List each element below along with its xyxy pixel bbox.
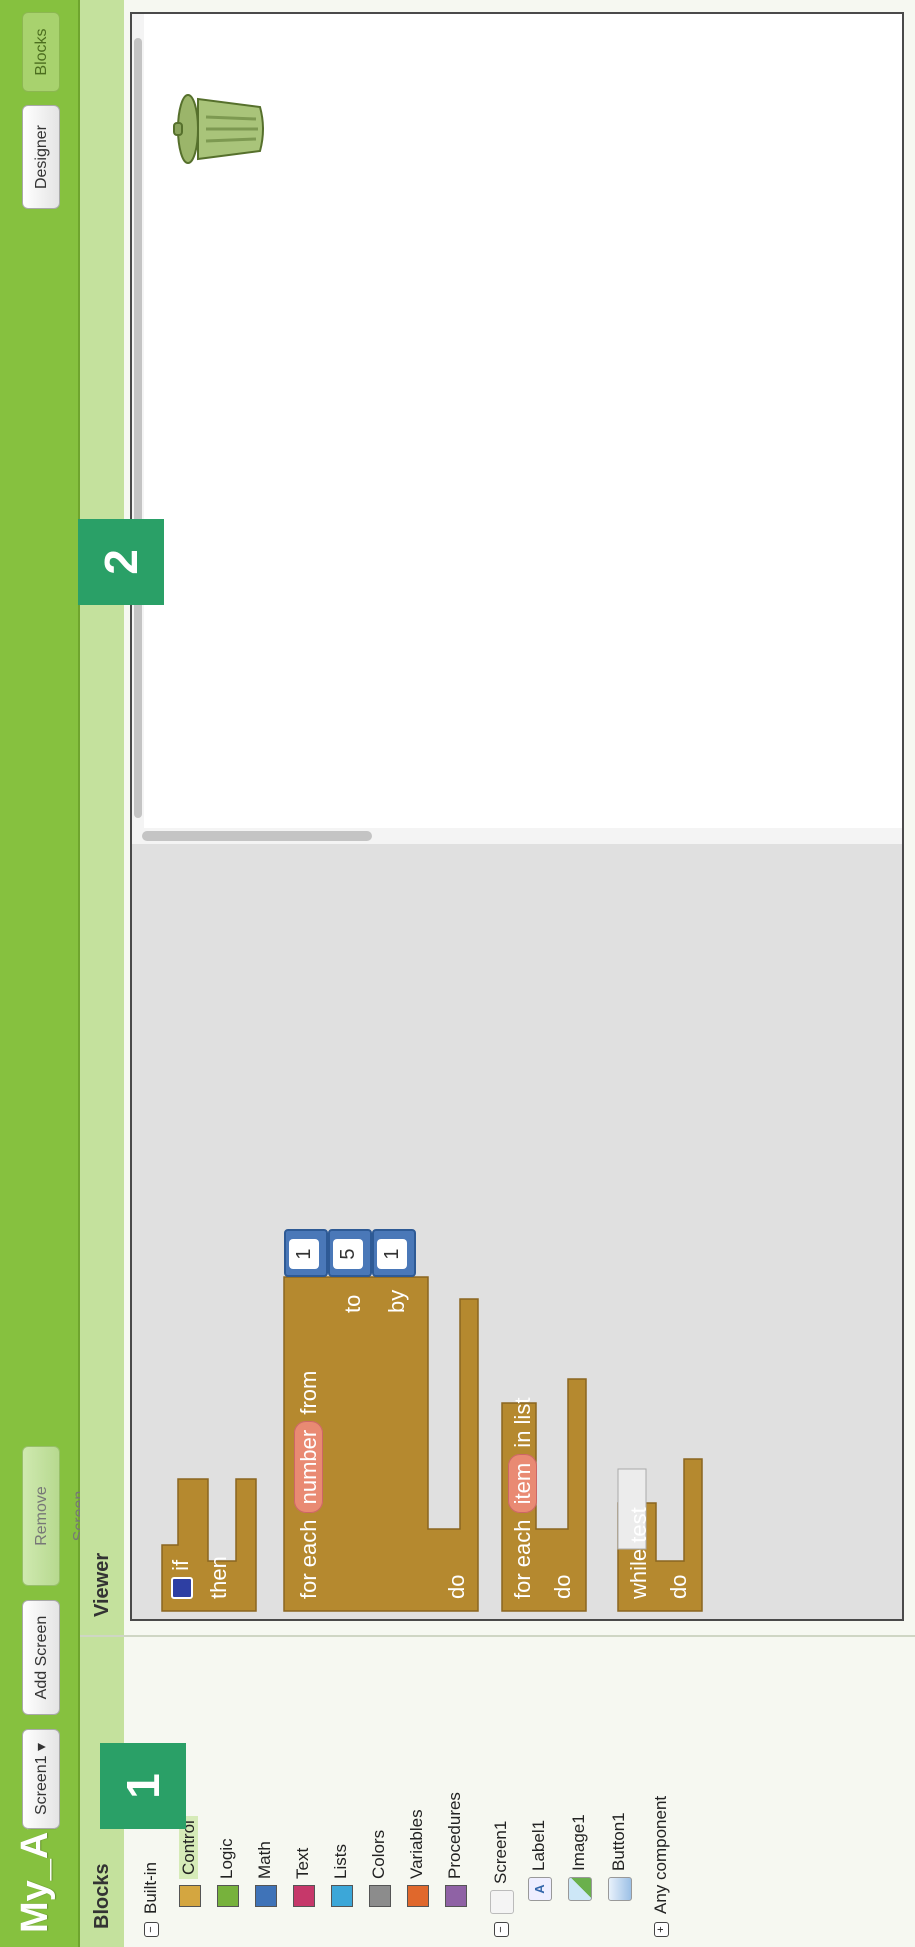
math-number-block[interactable]: 5 bbox=[328, 1229, 372, 1277]
expand-toggle-icon[interactable]: + bbox=[654, 1922, 670, 1937]
tree-item-image1[interactable]: Image1 bbox=[564, 1814, 594, 1901]
callout-1: 1 bbox=[100, 1743, 186, 1829]
in-list-label: in list bbox=[510, 1397, 535, 1448]
while-block[interactable]: while test bbox=[626, 1507, 652, 1599]
tree-item-label: Label1 bbox=[529, 1819, 548, 1871]
color-swatch-icon bbox=[178, 1885, 201, 1907]
blocks-tree: − Built-in Control Logic Math Text Lists Color… bbox=[130, 1637, 915, 1947]
tree-item-label: Image1 bbox=[569, 1814, 588, 1871]
for-range-block[interactable]: for each number from bbox=[294, 1370, 323, 1600]
screen1-node[interactable]: − Screen1 bbox=[486, 1821, 516, 1937]
category-label: Logic bbox=[217, 1838, 236, 1879]
then-label: then bbox=[206, 1556, 231, 1599]
flyout-scrollbar[interactable] bbox=[132, 828, 902, 844]
image-icon bbox=[567, 1877, 592, 1901]
designer-button[interactable]: Designer bbox=[22, 105, 60, 209]
app-window: My_App Screen1 ▾ Add Screen ... Remove S… bbox=[0, 0, 915, 1947]
from-label: from bbox=[296, 1370, 321, 1415]
category-lists[interactable]: Lists bbox=[326, 1844, 356, 1907]
blocks-button[interactable]: Blocks bbox=[22, 12, 60, 92]
do-label: do bbox=[444, 1574, 469, 1599]
while-label: while bbox=[626, 1548, 651, 1599]
number-value[interactable]: 1 bbox=[289, 1239, 319, 1269]
any-component-node[interactable]: + Any component bbox=[646, 1796, 676, 1937]
category-label: Colors bbox=[369, 1829, 388, 1879]
gear-icon[interactable] bbox=[171, 1577, 194, 1599]
color-swatch-icon bbox=[216, 1885, 239, 1907]
any-component-label: Any component bbox=[651, 1795, 670, 1914]
to-label: to bbox=[340, 1294, 365, 1313]
number-value[interactable]: 5 bbox=[333, 1239, 363, 1269]
scrollbar-thumb[interactable] bbox=[134, 38, 142, 818]
remove-screen-button[interactable]: Remove Screen bbox=[22, 1446, 88, 1586]
variable-pill[interactable]: item bbox=[508, 1453, 537, 1514]
tree-item-button1[interactable]: Button1 bbox=[604, 1812, 634, 1901]
workspace-scrollbar-top[interactable] bbox=[132, 14, 144, 828]
category-variables[interactable]: Variables bbox=[402, 1809, 432, 1907]
math-number-block[interactable]: 1 bbox=[284, 1229, 328, 1277]
callout-2: 2 bbox=[78, 519, 164, 605]
color-swatch-icon bbox=[444, 1885, 467, 1907]
screen1-label: Screen1 bbox=[491, 1820, 510, 1884]
category-procedures[interactable]: Procedures bbox=[440, 1792, 470, 1907]
category-control[interactable]: Control bbox=[174, 1816, 204, 1907]
color-swatch-icon bbox=[292, 1885, 315, 1907]
screen-select-dropdown[interactable]: Screen1 ▾ bbox=[22, 1729, 60, 1829]
category-logic[interactable]: Logic bbox=[212, 1838, 242, 1907]
color-swatch-icon bbox=[406, 1885, 429, 1907]
number-value[interactable]: 1 bbox=[377, 1239, 407, 1269]
scrollbar-thumb[interactable] bbox=[142, 831, 372, 841]
for-each-label: for each bbox=[296, 1519, 321, 1600]
add-screen-button[interactable]: Add Screen ... bbox=[22, 1600, 88, 1715]
category-label: Lists bbox=[331, 1844, 350, 1879]
by-label: by bbox=[384, 1289, 409, 1313]
for-list-block[interactable]: for each item in list bbox=[508, 1397, 537, 1600]
if-block[interactable]: if bbox=[168, 1560, 194, 1599]
do-label: do bbox=[666, 1574, 691, 1599]
category-label: Variables bbox=[407, 1809, 426, 1879]
label-icon: A bbox=[527, 1877, 552, 1901]
color-swatch-icon bbox=[254, 1885, 277, 1907]
top-toolbar: My_App Screen1 ▾ Add Screen ... Remove S… bbox=[0, 0, 88, 1947]
color-swatch-icon bbox=[368, 1885, 391, 1907]
do-label: do bbox=[550, 1574, 575, 1599]
for-each-label: for each bbox=[510, 1519, 535, 1600]
screen-icon bbox=[489, 1890, 514, 1914]
color-swatch-icon bbox=[330, 1885, 353, 1907]
button-icon bbox=[607, 1877, 632, 1901]
test-label: test bbox=[626, 1507, 651, 1543]
blocks-flyout: if then for each number from to by do 1 … bbox=[132, 844, 902, 1619]
tree-item-label: Button1 bbox=[609, 1812, 628, 1871]
viewer-title: Viewer bbox=[80, 0, 124, 1635]
variable-pill[interactable]: number bbox=[294, 1420, 323, 1514]
blocks-panel: Blocks −Built-in Control Logic Math Text Lis… bbox=[80, 1635, 915, 1947]
trash-icon[interactable] bbox=[172, 89, 267, 169]
category-label: Math bbox=[255, 1841, 274, 1879]
category-label: Procedures bbox=[445, 1792, 464, 1879]
tree-item-label1[interactable]: A Label1 bbox=[524, 1820, 554, 1901]
category-colors[interactable]: Colors bbox=[364, 1830, 394, 1907]
math-number-block[interactable]: 1 bbox=[372, 1229, 416, 1277]
builtin-node[interactable]: − Built-in bbox=[136, 1862, 166, 1937]
collapse-toggle-icon[interactable]: − bbox=[144, 1922, 160, 1937]
viewer-panel: Viewer if then for each number from to b… bbox=[78, 0, 915, 1635]
category-label: Text bbox=[293, 1847, 312, 1879]
collapse-toggle-icon[interactable]: − bbox=[494, 1922, 510, 1937]
category-math[interactable]: Math bbox=[250, 1841, 280, 1907]
builtin-label: Built-in bbox=[141, 1862, 160, 1914]
if-label: if bbox=[168, 1559, 193, 1571]
category-text[interactable]: Text bbox=[288, 1848, 318, 1907]
blocks-workspace[interactable]: if then for each number from to by do 1 … bbox=[130, 12, 904, 1621]
